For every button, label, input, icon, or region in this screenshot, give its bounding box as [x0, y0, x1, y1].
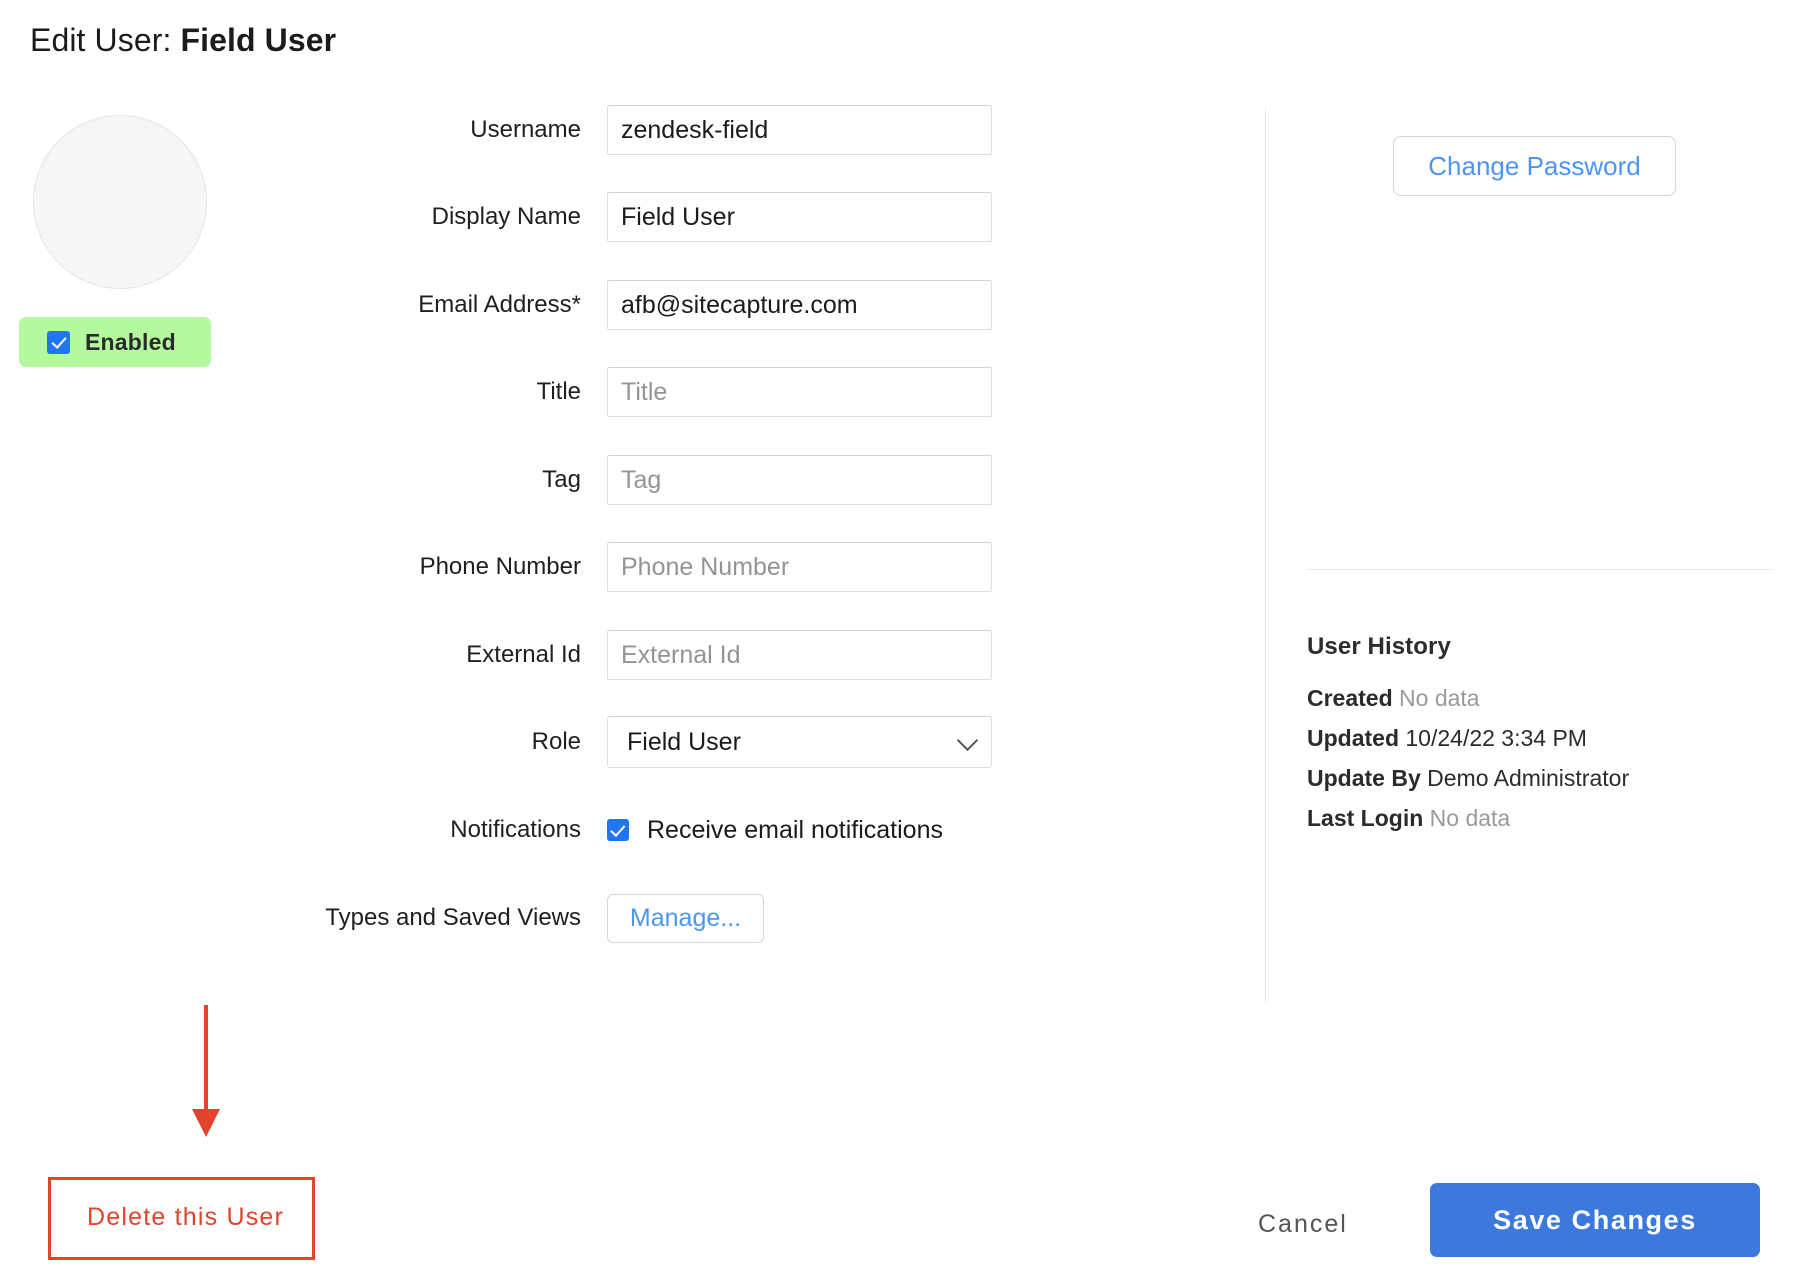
notifications-option[interactable]: Receive email notifications [607, 805, 943, 855]
form-row-phone-number: Phone Number Phone Number [0, 542, 1060, 592]
role-select[interactable]: Field User [607, 716, 992, 768]
annotation-arrow-icon [192, 1005, 220, 1137]
change-password-button[interactable]: Change Password [1393, 136, 1676, 196]
label-username: Username [470, 116, 581, 143]
history-row-created: Created No data [1307, 678, 1777, 718]
chevron-down-icon [956, 729, 979, 752]
history-key-created: Created [1307, 685, 1393, 711]
form-row-display-name: Display Name Field User [0, 192, 1060, 242]
form-row-tag: Tag Tag [0, 455, 1060, 505]
form-row-external-id: External Id External Id [0, 630, 1060, 680]
label-types-and-saved-views: Types and Saved Views [325, 904, 581, 931]
page-title-username: Field User [180, 22, 337, 58]
label-title: Title [536, 378, 581, 405]
delete-this-user-link[interactable]: Delete this User [87, 1203, 284, 1232]
page-title-prefix: Edit User: [30, 22, 181, 58]
history-value-updated: 10/24/22 3:34 PM [1405, 725, 1587, 751]
form-row-email: Email Address* afb@sitecapture.com [0, 280, 1060, 330]
history-row-last-login: Last Login No data [1307, 798, 1777, 838]
history-row-updated: Updated 10/24/22 3:34 PM [1307, 718, 1777, 758]
label-external-id: External Id [466, 641, 581, 668]
history-row-update-by: Update By Demo Administrator [1307, 758, 1777, 798]
enabled-label: Enabled [85, 328, 176, 355]
history-value-update-by: Demo Administrator [1427, 765, 1630, 791]
history-value-last-login: No data [1429, 805, 1511, 831]
label-tag: Tag [542, 466, 581, 493]
manage-button[interactable]: Manage... [607, 893, 764, 943]
form-row-notifications: Notifications Receive email notification… [0, 805, 1060, 855]
cancel-button[interactable]: Cancel [1252, 1209, 1354, 1240]
history-value-created: No data [1399, 685, 1480, 711]
external-id-input[interactable]: External Id [607, 630, 992, 680]
user-history-section: User History Created No data Updated 10/… [1307, 633, 1777, 838]
username-input[interactable]: zendesk-field [607, 105, 992, 155]
role-selected-value: Field User [627, 727, 741, 756]
form-row-types-and-saved-views: Types and Saved Views Manage... [0, 893, 1060, 943]
panel-vertical-divider [1265, 108, 1266, 1003]
label-email-address: Email Address* [418, 291, 581, 318]
title-input[interactable]: Title [607, 367, 992, 417]
email-input[interactable]: afb@sitecapture.com [607, 280, 992, 330]
tag-input[interactable]: Tag [607, 455, 992, 505]
form-row-title: Title Title [0, 367, 1060, 417]
history-key-update-by: Update By [1307, 765, 1421, 791]
label-display-name: Display Name [431, 203, 581, 230]
form-row-username: Username zendesk-field [0, 105, 1060, 155]
label-phone-number: Phone Number [419, 553, 581, 580]
save-changes-button[interactable]: Save Changes [1430, 1183, 1760, 1257]
label-role: Role [531, 728, 581, 755]
history-key-last-login: Last Login [1307, 805, 1424, 831]
panel-horizontal-divider [1307, 569, 1772, 570]
form-row-role: Role Field User [0, 716, 1060, 768]
enabled-checkbox[interactable] [47, 330, 70, 354]
label-notifications: Notifications [450, 816, 581, 843]
display-name-input[interactable]: Field User [607, 192, 992, 242]
receive-email-notifications-checkbox[interactable] [607, 819, 629, 841]
page-title: Edit User: Field User [30, 22, 336, 59]
receive-email-notifications-label: Receive email notifications [647, 815, 943, 844]
phone-number-input[interactable]: Phone Number [607, 542, 992, 592]
history-key-updated: Updated [1307, 725, 1399, 751]
user-history-title: User History [1307, 633, 1451, 660]
